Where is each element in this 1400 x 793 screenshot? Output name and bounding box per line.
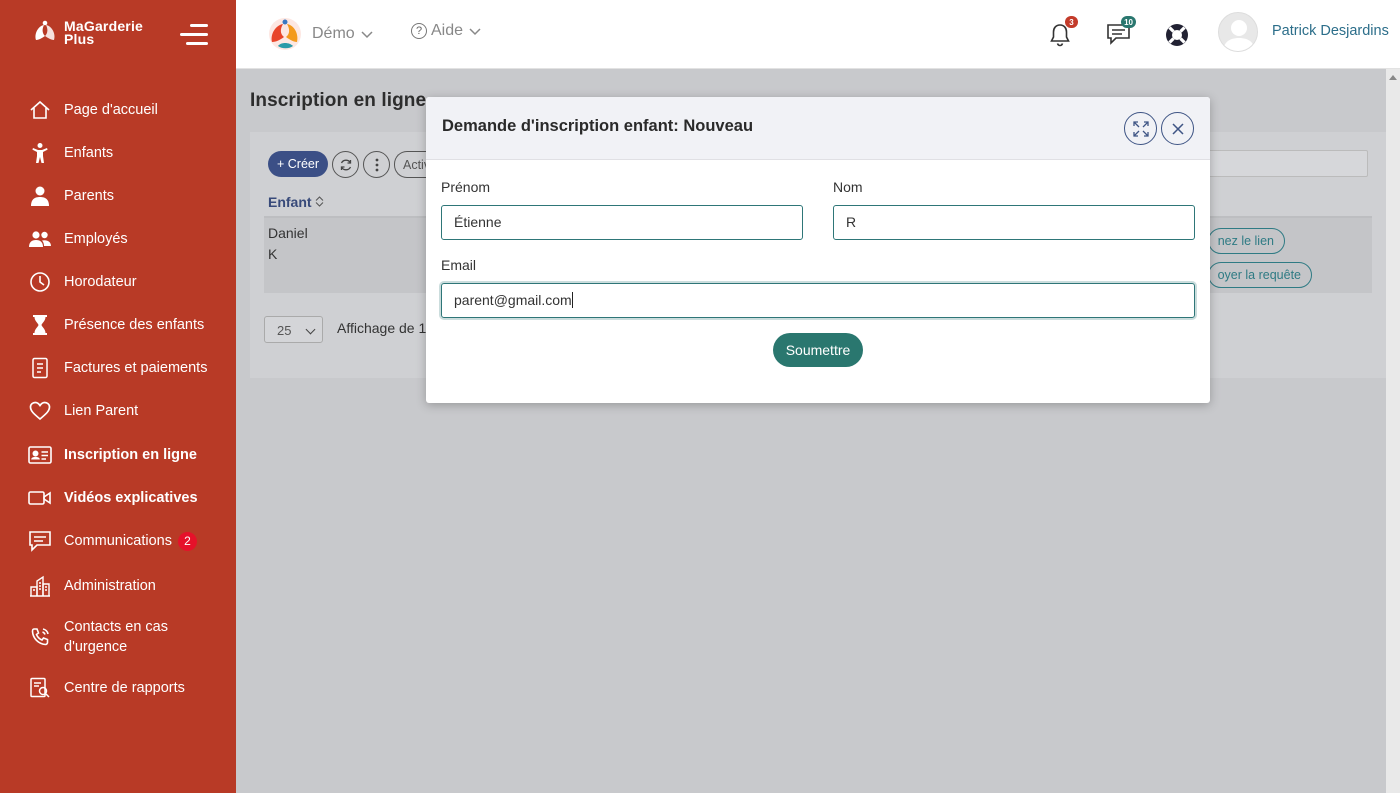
chevron-down-icon bbox=[469, 28, 481, 36]
help-label: Aide bbox=[431, 22, 464, 39]
phone-icon bbox=[28, 625, 52, 649]
inscription-modal: Demande d'inscription enfant: Nouveau Pr… bbox=[426, 97, 1210, 403]
prenom-label: Prénom bbox=[441, 179, 491, 195]
sidebar-item-label: Employés bbox=[64, 231, 128, 247]
menu-toggle-icon[interactable] bbox=[180, 24, 208, 46]
sidebar-item-label: Centre de rapports bbox=[64, 680, 185, 696]
sidebar-item-label: Présence des enfants bbox=[64, 317, 205, 333]
sidebar-item-videos[interactable]: Vidéos explicatives bbox=[28, 486, 198, 510]
hourglass-icon bbox=[28, 313, 52, 337]
sidebar-item-label: Factures et paiements bbox=[64, 360, 208, 376]
messages-count: 10 bbox=[1121, 16, 1136, 28]
modal-title: Demande d'inscription enfant: Nouveau bbox=[442, 117, 754, 135]
user-avatar-icon bbox=[1223, 20, 1255, 51]
user-name[interactable]: Patrick Desjardins bbox=[1272, 23, 1389, 39]
avatar[interactable] bbox=[1218, 12, 1258, 52]
help-icon: ? bbox=[411, 23, 427, 39]
page-size-select[interactable]: 25 bbox=[264, 316, 323, 343]
send-request-button[interactable]: oyer la requête bbox=[1208, 262, 1312, 288]
send-link-button[interactable]: nez le lien bbox=[1208, 228, 1285, 254]
brand-logo[interactable]: MaGarderie Plus bbox=[30, 18, 143, 48]
sidebar-item-horodateur[interactable]: Horodateur bbox=[28, 270, 137, 294]
brand-line2: Plus bbox=[64, 31, 95, 47]
sidebar-item-label-line2: d'urgence bbox=[64, 639, 128, 655]
email-label: Email bbox=[441, 257, 477, 273]
sidebar-item-label: Vidéos explicatives bbox=[64, 490, 198, 506]
child-icon bbox=[28, 141, 52, 165]
building-icon bbox=[28, 574, 52, 598]
support-button[interactable] bbox=[1164, 22, 1190, 48]
sidebar-item-contacts-urgence[interactable]: Contacts en cas d'urgence bbox=[28, 617, 168, 657]
sidebar: MaGarderie Plus Page d'accueil Enfants P… bbox=[0, 0, 236, 793]
sidebar-item-parents[interactable]: Parents bbox=[28, 184, 114, 208]
submit-button[interactable]: Soumettre bbox=[773, 333, 863, 367]
table-search-input[interactable] bbox=[1208, 150, 1368, 177]
chevron-down-icon bbox=[361, 31, 373, 39]
sidebar-item-label: Lien Parent bbox=[64, 403, 139, 419]
sidebar-item-inscription[interactable]: Inscription en ligne bbox=[28, 443, 197, 467]
notifications-count: 3 bbox=[1065, 16, 1078, 28]
video-icon bbox=[28, 486, 52, 510]
create-button[interactable]: + Créer bbox=[268, 151, 328, 177]
notifications-button[interactable]: 3 bbox=[1048, 16, 1078, 48]
sidebar-item-home[interactable]: Page d'accueil bbox=[28, 98, 158, 122]
child-name-cell: Daniel K bbox=[268, 225, 308, 262]
maximize-button[interactable] bbox=[1124, 112, 1157, 145]
hands-logo-icon bbox=[35, 20, 55, 40]
column-enfant[interactable]: Enfant bbox=[268, 194, 324, 210]
page-title: Inscription en ligne bbox=[250, 90, 427, 111]
communications-badge: 2 bbox=[178, 531, 197, 551]
close-icon bbox=[1171, 122, 1184, 135]
sort-icon bbox=[316, 196, 324, 207]
sidebar-item-lien-parent[interactable]: Lien Parent bbox=[28, 399, 138, 423]
home-icon bbox=[28, 98, 52, 122]
refresh-button[interactable] bbox=[332, 151, 359, 178]
kebab-menu-icon bbox=[375, 158, 378, 171]
nom-label: Nom bbox=[833, 179, 863, 195]
employees-icon bbox=[28, 227, 52, 251]
sidebar-item-label: Enfants bbox=[64, 145, 114, 161]
heart-icon bbox=[28, 399, 52, 423]
messages-button[interactable]: 10 bbox=[1106, 16, 1136, 48]
more-options-button[interactable] bbox=[363, 151, 390, 178]
clock-icon bbox=[28, 270, 52, 294]
sidebar-item-label: Contacts en cas bbox=[64, 619, 168, 635]
top-header: Démo ? Aide 3 10 Patrick Desjardins bbox=[236, 0, 1400, 69]
sidebar-item-rapports[interactable]: Centre de rapports bbox=[28, 676, 185, 700]
sidebar-item-factures[interactable]: Factures et paiements bbox=[28, 356, 207, 380]
sidebar-item-employes[interactable]: Employés bbox=[28, 227, 128, 251]
email-input[interactable]: parent@gmail.com bbox=[441, 283, 1195, 318]
sidebar-item-presence[interactable]: Présence des enfants bbox=[28, 313, 204, 337]
prenom-input[interactable]: Étienne bbox=[441, 205, 803, 240]
demo-logo-icon bbox=[269, 18, 301, 50]
sidebar-item-label: Administration bbox=[64, 578, 156, 594]
expand-icon bbox=[1132, 120, 1149, 137]
modal-header: Demande d'inscription enfant: Nouveau bbox=[426, 97, 1210, 160]
pager-info: Affichage de 1 bbox=[337, 320, 427, 336]
sidebar-item-label: Horodateur bbox=[64, 274, 137, 290]
sidebar-item-label: Communications bbox=[64, 533, 172, 549]
sidebar-item-label: Parents bbox=[64, 188, 114, 204]
parent-icon bbox=[28, 184, 52, 208]
demo-dropdown[interactable]: Démo bbox=[266, 16, 382, 52]
sidebar-item-enfants[interactable]: Enfants bbox=[28, 141, 113, 165]
lifebuoy-icon bbox=[1166, 24, 1188, 46]
id-card-icon bbox=[28, 443, 52, 467]
report-icon bbox=[28, 676, 52, 700]
sidebar-item-administration[interactable]: Administration bbox=[28, 574, 156, 598]
sidebar-item-label: Inscription en ligne bbox=[64, 447, 197, 463]
refresh-icon bbox=[340, 159, 351, 170]
nom-input[interactable]: R bbox=[833, 205, 1195, 240]
demo-label: Démo bbox=[312, 25, 355, 42]
sidebar-item-label: Page d'accueil bbox=[64, 102, 158, 118]
invoice-icon bbox=[28, 356, 52, 380]
chat-icon bbox=[28, 529, 52, 553]
sidebar-item-communications[interactable]: Communications 2 bbox=[28, 529, 197, 553]
help-dropdown[interactable]: ? Aide bbox=[411, 22, 482, 40]
page-scrollbar[interactable] bbox=[1386, 69, 1400, 793]
chevron-down-icon bbox=[305, 324, 316, 335]
close-button[interactable] bbox=[1161, 112, 1194, 145]
